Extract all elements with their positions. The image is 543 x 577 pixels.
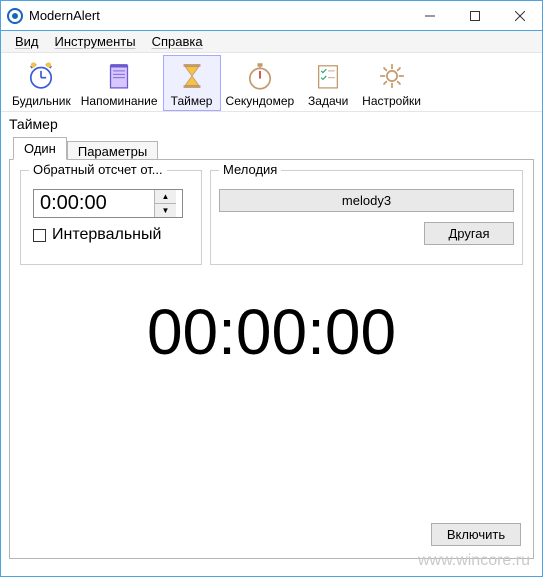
menu-tools[interactable]: Инструменты [47,32,144,51]
melody-group: Мелодия melody3 Другая [210,170,523,265]
alarm-clock-icon [23,58,59,94]
tab-strip: Один Параметры [1,136,542,159]
tab-params[interactable]: Параметры [67,141,158,161]
interval-checkbox-label: Интервальный [52,226,161,244]
melody-other-button[interactable]: Другая [424,222,514,245]
toolbar-timer[interactable]: Таймер [163,55,221,111]
timer-display: 00:00:00 [20,295,523,369]
countdown-group: Обратный отсчет от... ▲ ▼ Интервальный [20,170,202,265]
toolbar-reminder[interactable]: Напоминание [76,55,163,111]
menu-help[interactable]: Справка [144,32,211,51]
window-title: ModernAlert [29,8,100,23]
toolbar-tasks-label: Задачи [308,94,348,108]
toolbar-alarm-label: Будильник [12,94,71,108]
toolbar-timer-label: Таймер [171,94,213,108]
hourglass-icon [174,58,210,94]
minimize-button[interactable] [407,1,452,30]
app-icon [7,8,23,24]
countdown-time-input[interactable] [34,190,154,217]
toolbar: Будильник Напоминание Таймер Секундомер … [1,53,542,112]
menu-view[interactable]: Вид [7,32,47,51]
spin-down-button[interactable]: ▼ [155,204,176,217]
toolbar-settings-label: Настройки [362,94,421,108]
interval-checkbox[interactable]: Интервальный [33,226,193,244]
watermark: www.wincore.ru [418,552,530,570]
toolbar-reminder-label: Напоминание [81,94,158,108]
tab-single[interactable]: Один [13,137,67,160]
melody-select-button[interactable]: melody3 [219,189,514,212]
gear-icon [374,58,410,94]
toolbar-settings[interactable]: Настройки [357,55,426,111]
notepad-icon [101,58,137,94]
melody-legend: Мелодия [219,162,281,177]
toolbar-stopwatch[interactable]: Секундомер [221,55,300,111]
toolbar-stopwatch-label: Секундомер [226,94,295,108]
start-button[interactable]: Включить [431,523,521,546]
countdown-legend: Обратный отсчет от... [29,162,167,177]
tab-panel: Обратный отсчет от... ▲ ▼ Интервальный М… [9,159,534,559]
section-title: Таймер [1,112,542,134]
checklist-icon [310,58,346,94]
window-controls [407,1,542,30]
countdown-time-spinner[interactable]: ▲ ▼ [33,189,183,218]
close-button[interactable] [497,1,542,30]
menu-bar: Вид Инструменты Справка [1,31,542,53]
checkbox-box-icon [33,229,46,242]
toolbar-alarm[interactable]: Будильник [7,55,76,111]
spin-up-button[interactable]: ▲ [155,190,176,204]
maximize-button[interactable] [452,1,497,30]
stopwatch-icon [242,58,278,94]
title-bar: ModernAlert [1,1,542,31]
toolbar-tasks[interactable]: Задачи [299,55,357,111]
